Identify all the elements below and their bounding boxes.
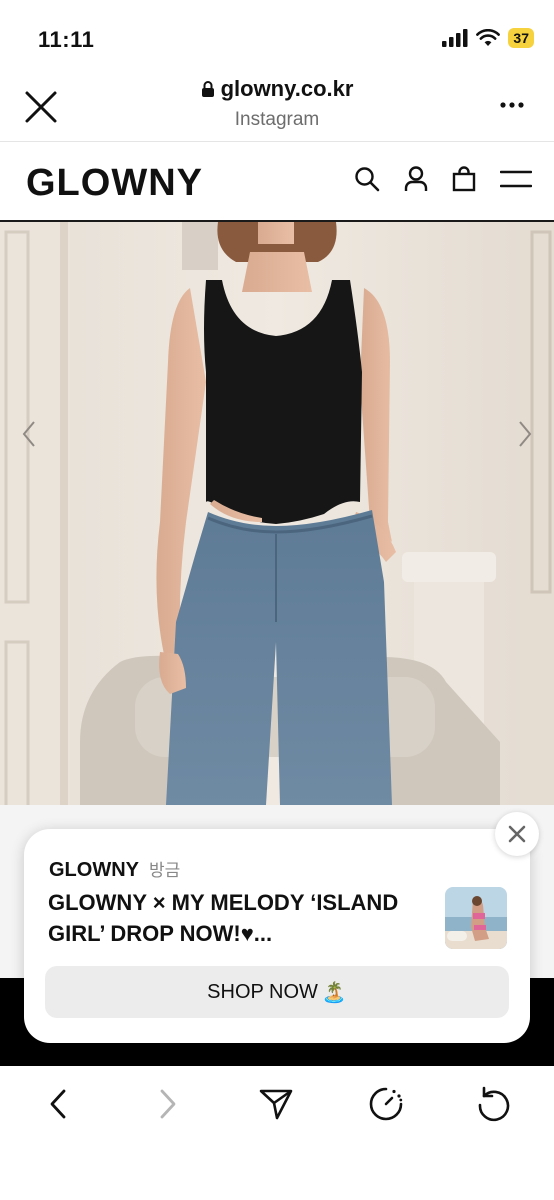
chevron-left-icon[interactable]	[18, 418, 42, 450]
battery-indicator: 37	[508, 28, 534, 48]
url-text: glowny.co.kr	[220, 76, 354, 101]
status-time: 11:11	[38, 27, 95, 52]
site-header: GLOWNY	[0, 142, 554, 222]
bag-icon[interactable]	[452, 166, 476, 192]
popup-close-button[interactable]	[495, 812, 539, 856]
shop-now-button[interactable]: SHOP NOW 🏝️	[45, 966, 509, 1018]
lock-icon	[201, 81, 214, 97]
url-area[interactable]: glowny.co.kr Instagram	[0, 76, 554, 131]
hero-image[interactable]	[0, 222, 554, 805]
popup-title: GLOWNY × MY MELODY ‘ISLAND GIRL’ DROP NO…	[48, 890, 399, 946]
reload-button[interactable]	[474, 1084, 514, 1124]
status-icons: 37	[442, 28, 534, 48]
more-icon[interactable]	[500, 100, 524, 110]
search-icon[interactable]	[354, 166, 380, 192]
menu-icon[interactable]	[500, 168, 532, 190]
signal-icon	[442, 29, 468, 47]
timer-button[interactable]	[366, 1084, 406, 1124]
popup-thumbnail[interactable]	[445, 887, 507, 949]
shop-now-label: SHOP NOW	[207, 980, 318, 1003]
popup-time: 방금	[149, 861, 181, 880]
status-bar: 11:11 37	[0, 0, 554, 72]
url-subtitle: Instagram	[234, 109, 320, 130]
browser-toolbar	[0, 1066, 554, 1200]
share-icon	[259, 1089, 293, 1120]
palm-island-icon: 🏝️	[321, 981, 347, 1004]
forward-icon	[160, 1089, 176, 1119]
chevron-right-icon[interactable]	[512, 418, 536, 450]
product-photo	[0, 222, 554, 805]
close-icon	[508, 825, 526, 843]
share-button[interactable]	[256, 1084, 296, 1124]
reload-icon	[478, 1086, 510, 1122]
popup-brand-name: GLOWNY	[49, 859, 139, 881]
wifi-icon	[476, 29, 501, 46]
site-icons	[354, 166, 532, 192]
popup-brand-row: GLOWNY 방금	[49, 856, 180, 882]
browser-header: glowny.co.kr Instagram	[0, 72, 554, 142]
timer-icon	[369, 1087, 403, 1121]
site-logo[interactable]: GLOWNY	[26, 162, 203, 205]
user-icon[interactable]	[404, 166, 428, 192]
forward-button[interactable]	[148, 1084, 188, 1124]
back-icon	[50, 1089, 66, 1119]
instagram-ad-popup[interactable]: GLOWNY 방금 GLOWNY × MY MELODY ‘ISLAND GIR…	[24, 829, 530, 1043]
back-button[interactable]	[38, 1084, 78, 1124]
